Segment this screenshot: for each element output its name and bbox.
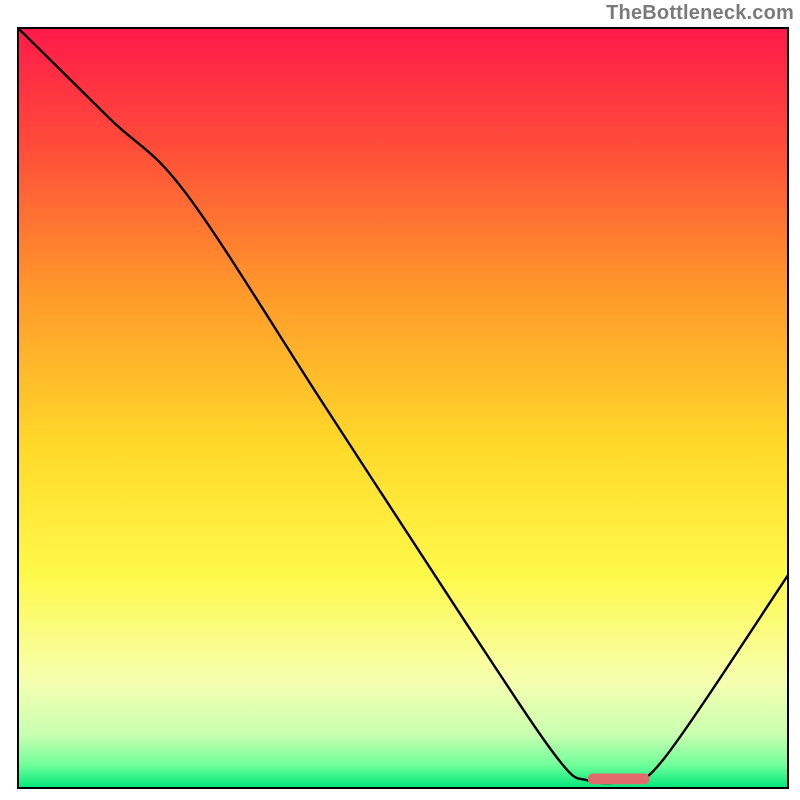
- bottleneck-chart: [0, 0, 800, 800]
- gradient-background: [18, 28, 788, 788]
- optimal-marker: [588, 774, 650, 785]
- watermark-text: TheBottleneck.com: [606, 2, 794, 25]
- chart-container: TheBottleneck.com: [0, 0, 800, 800]
